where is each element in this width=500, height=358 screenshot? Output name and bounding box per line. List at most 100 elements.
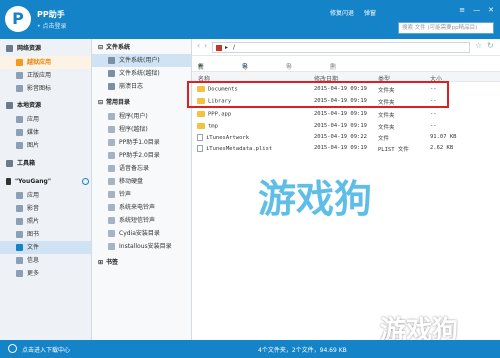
section-bookmarks[interactable]: ⊞ 书签 (98, 256, 118, 269)
file-system-icon (108, 70, 115, 77)
folder-icon (108, 113, 115, 120)
row-type: 文件夹 (378, 125, 395, 131)
row-date: 2015-04-19 09:19 (314, 123, 367, 129)
sidebar-item-mobile-disk[interactable]: 移动硬盘 (92, 175, 143, 188)
sidebar-device[interactable]: "YouGang" (6, 175, 91, 188)
pp-icon (108, 152, 115, 159)
row-date: 2015-04-19 09:19 (314, 145, 367, 151)
row-name: iTunesArtwork (206, 135, 250, 141)
app-icon (16, 72, 23, 79)
device-check-icon (82, 178, 89, 185)
sidebar-item-device-messages[interactable]: 信息 (0, 254, 39, 267)
row-name: iTunesMetadata.plist (206, 146, 273, 152)
folder-icon (16, 244, 23, 251)
sidebar-item-pp1-dir[interactable]: PP助手1.0目录 (92, 136, 160, 149)
sidebar-item-ringtones[interactable]: 铃声 (92, 188, 131, 201)
row-size: -- (430, 111, 437, 117)
table-row[interactable]: tmp 2015-04-19 09:19 文件夹 -- (192, 121, 500, 132)
file-icon (197, 145, 203, 152)
media-icon (16, 129, 23, 136)
sidebar-item-system-ringtones[interactable]: 系统来电铃声 (92, 201, 155, 214)
sidebar-item-apps-user[interactable]: 程序(用户) (92, 110, 148, 123)
sidebar-item-local-photos[interactable]: 图片 (0, 139, 39, 152)
sidebar-item-device-photos[interactable]: 照片 (0, 215, 39, 228)
folder-icon (108, 126, 115, 133)
popup-link[interactable]: 弹窗 (364, 10, 376, 17)
sidebar-item-jailbreak-apps[interactable]: 越狱应用 (0, 56, 91, 69)
sidebar-section-local[interactable]: 本地资源 (6, 99, 41, 112)
section-filesystem[interactable]: ⊟ 文件系统 (98, 41, 130, 54)
login-link[interactable]: • 点击登录 (37, 21, 66, 30)
sidebar-item-sms-tones[interactable]: 系统短信铃声 (92, 214, 155, 227)
disk-icon (108, 178, 115, 185)
toolbox-icon (6, 160, 13, 167)
row-type: 文件 (378, 136, 390, 142)
sidebar-item-device-files[interactable]: 文件 (0, 241, 91, 254)
menu-icon[interactable]: ≡ (459, 6, 465, 14)
address-bar: ‹ › ▸ / ☆ ↻ (192, 39, 500, 56)
sidebar-item-device-books[interactable]: 图书 (0, 228, 39, 241)
bell-icon (108, 191, 115, 198)
status-bar: 点击进入下载中心 4个文件夹，2个文件，94.69 KB (0, 340, 500, 358)
row-size: -- (430, 123, 437, 129)
row-size: 91.07 KB (430, 134, 457, 140)
microphone-icon (108, 165, 115, 172)
back-icon[interactable]: ‹ (197, 41, 200, 50)
repair-crash-link[interactable]: 修复闪退 (330, 10, 354, 17)
media-icon (16, 205, 23, 212)
pp-icon (108, 139, 115, 146)
folder-icon (197, 123, 205, 129)
refresh-icon[interactable]: ↻ (487, 41, 494, 50)
folder-icon (108, 243, 115, 250)
main-sidebar: 网络资源 越狱应用 正版应用 影音图标 本地资源 应用 媒体 图片 工具箱 "Y… (0, 39, 92, 340)
expand-icon: ⊞ (98, 259, 104, 266)
sidebar-item-crash-log[interactable]: 崩溃日志 (92, 80, 143, 93)
sidebar-item-voice-memo[interactable]: 语音备忘录 (92, 162, 149, 175)
star-icon[interactable]: ☆ (475, 41, 482, 50)
sidebar-item-fs-jailbreak[interactable]: 文件系统(越狱) (92, 67, 160, 80)
sidebar-item-media-icons[interactable]: 影音图标 (0, 82, 51, 95)
sidebar-section-network[interactable]: 网络资源 (6, 42, 41, 55)
download-center-link[interactable]: 点击进入下载中心 (22, 345, 70, 354)
title-bar: P PP助手 • 点击登录 修复闪退 弹窗 ≡ — ✕ 搜索 文件 (可能需要pp精… (0, 0, 500, 39)
sidebar-item-pp2-dir[interactable]: PP助手2.0目录 (92, 149, 160, 162)
table-row[interactable]: PPP.app 2015-04-19 09:19 文件夹 -- (192, 109, 500, 120)
file-sidebar: ⊟ 文件系统 文件系统(用户) 文件系统(越狱) 崩溃日志 ⊟ 常用目录 程序(用户… (92, 39, 192, 340)
sidebar-item-apps-jailbreak[interactable]: 程序(越狱) (92, 123, 148, 136)
bell-icon (108, 204, 115, 211)
forward-icon[interactable]: › (204, 41, 207, 50)
app-icon (16, 192, 23, 199)
folder-icon (197, 111, 205, 117)
row-name: tmp (208, 123, 218, 130)
folder-icon (108, 230, 115, 237)
sidebar-item-device-media[interactable]: 影音 (0, 202, 39, 215)
sidebar-item-local-media[interactable]: 媒体 (0, 126, 39, 139)
watermark-center: 游戏狗 (258, 177, 373, 221)
sidebar-item-official-apps[interactable]: 正版应用 (0, 69, 51, 82)
sidebar-item-fs-user[interactable]: 文件系统(用户) (92, 54, 191, 67)
sidebar-item-cydia-dir[interactable]: Cydia安装目录 (92, 227, 160, 240)
sidebar-item-local-apps[interactable]: 应用 (0, 113, 39, 126)
minimize-icon[interactable]: — (473, 6, 480, 14)
bell-icon (108, 217, 115, 224)
sidebar-item-installous-dir[interactable]: Installous安装目录 (92, 240, 172, 253)
sidebar-item-device-apps[interactable]: 应用 (0, 189, 39, 202)
log-icon (108, 83, 115, 90)
path-separator-icon: ▸ (225, 44, 229, 51)
table-row[interactable]: iTunesMetadata.plist 2015-04-19 09:19 PL… (192, 143, 500, 154)
sidebar-item-device-more[interactable]: 更多 (0, 267, 39, 280)
table-row[interactable]: iTunesArtwork 2015-04-19 09:22 文件 91.07 … (192, 132, 500, 143)
close-icon[interactable]: ✕ (488, 6, 494, 14)
pp-logo-icon: P (5, 6, 31, 32)
search-input[interactable]: 搜索 文件 (可能需要pp精品目) (398, 22, 494, 34)
collapse-icon: ⊟ (98, 44, 104, 51)
path-field[interactable]: ▸ / (212, 42, 470, 53)
app-icon (216, 45, 222, 51)
section-common-dirs[interactable]: ⊟ 常用目录 (98, 96, 130, 109)
globe-icon (6, 45, 13, 52)
status-summary: 4个文件夹，2个文件，94.69 KB (258, 347, 347, 354)
book-icon (16, 231, 23, 238)
download-icon[interactable] (8, 344, 17, 353)
sidebar-toolbox[interactable]: 工具箱 (6, 157, 35, 170)
app-title: PP助手 (37, 10, 65, 19)
